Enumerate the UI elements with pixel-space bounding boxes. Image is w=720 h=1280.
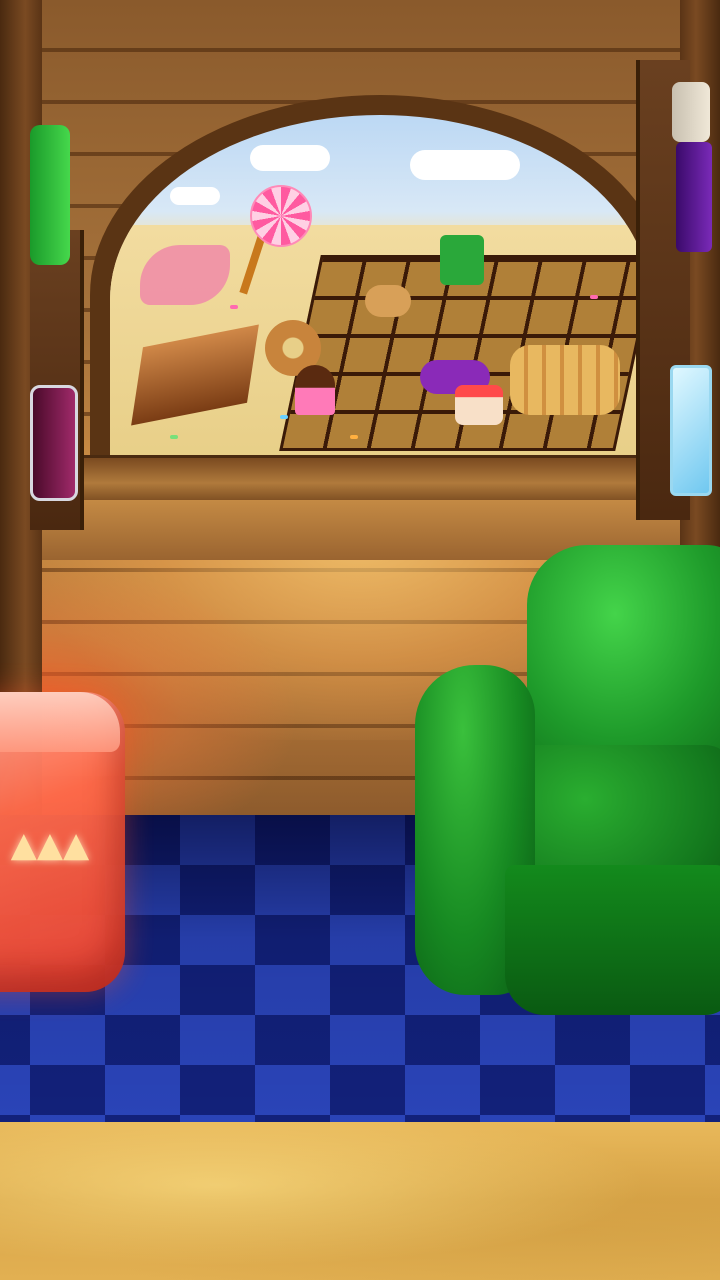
cat-bread xyxy=(365,285,411,317)
treasure-chest-item[interactable] xyxy=(30,385,78,501)
bottom-panel xyxy=(0,1122,720,1280)
crystal-item[interactable] xyxy=(670,365,712,496)
sprinkle xyxy=(590,295,598,299)
triforce-icon: ▲▲▲ xyxy=(10,825,90,865)
sprinkle xyxy=(230,305,238,309)
game-scene: ▲▲▲ xyxy=(0,0,720,1280)
green-gem-item[interactable] xyxy=(30,125,70,265)
armchair-front xyxy=(505,865,720,1015)
cloud xyxy=(170,187,220,205)
sprinkle xyxy=(280,415,288,419)
lollipop-icon xyxy=(250,185,312,247)
sprinkle xyxy=(170,435,178,439)
cloud xyxy=(410,150,520,180)
cupcake xyxy=(295,365,335,415)
strawberry-cake xyxy=(455,385,503,425)
green-gift-bag xyxy=(440,235,484,285)
jelly-cube-top xyxy=(0,692,120,752)
swiss-roll xyxy=(510,345,620,415)
armchair-back xyxy=(527,545,720,775)
purple-book-item[interactable] xyxy=(676,142,712,252)
jar-item[interactable] xyxy=(672,82,710,142)
sprinkle xyxy=(350,435,358,439)
green-armchair[interactable] xyxy=(415,545,720,1025)
cloud xyxy=(250,145,330,171)
